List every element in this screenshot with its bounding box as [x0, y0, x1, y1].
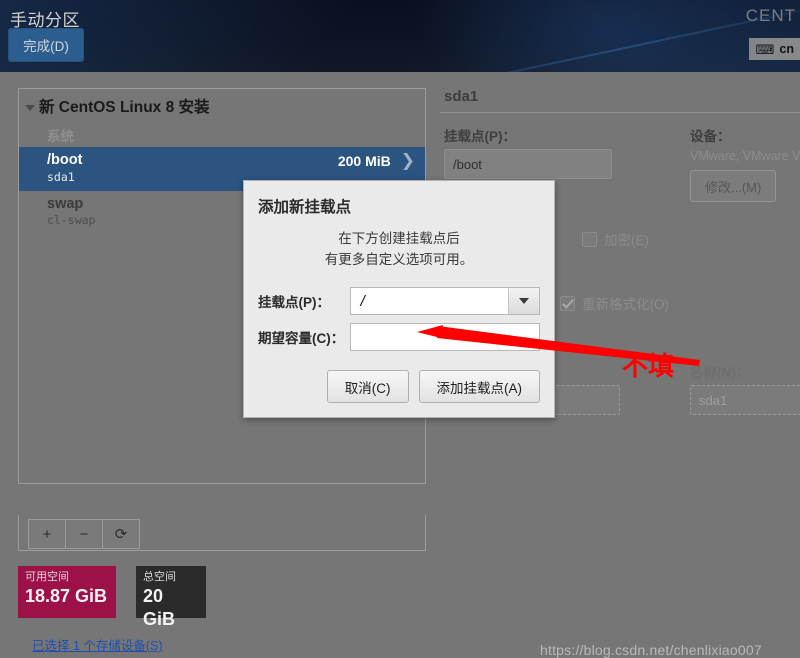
mount-point-group: 挂载点(P)： /boot [444, 125, 612, 179]
add-mount-point-dialog: 添加新挂载点 在下方创建挂载点后 有更多自定义选项可用。 挂载点(P)： / 期… [243, 180, 555, 418]
annotation-text: 不填 [622, 352, 675, 382]
device-label: 设备： [690, 129, 731, 144]
remove-partition-button[interactable]: − [65, 519, 103, 549]
watermark: https://blog.csdn.net/chenlixiao007 [540, 642, 762, 658]
dialog-buttons: 取消(C) 添加挂载点(A) [326, 370, 540, 403]
name-group: 名称(N)： sda1 [690, 361, 800, 415]
device-group: 设备： VMware, VMware V 修改...(M) [690, 125, 800, 202]
partition-tree-root-label: 新 CentOS Linux 8 安装 [39, 99, 210, 116]
anaconda-manual-partitioning-screen: 手动分区 完成(D) CENT ⌨ cn 新 CentOS Linux 8 安装… [0, 0, 800, 658]
total-space-label: 总空间 [143, 571, 176, 583]
encrypt-checkbox[interactable] [582, 231, 597, 247]
name-input[interactable]: sda1 [690, 385, 800, 415]
dialog-message: 在下方创建挂载点后 有更多自定义选项可用。 [244, 229, 554, 271]
add-mount-point-button[interactable]: 添加挂载点(A) [418, 370, 540, 403]
mount-point-label: 挂载点(P)： [444, 129, 516, 144]
refresh-partitions-button[interactable]: ⟳ [102, 519, 140, 549]
available-space-value: 18.87 GiB [25, 586, 108, 607]
partition-tree-root[interactable]: 新 CentOS Linux 8 安装 [19, 89, 425, 123]
reformat-checkbox-row[interactable]: 重新格式化(O) [560, 293, 720, 313]
partition-name: /boot [47, 152, 83, 168]
total-space-box: 总空间 20 GiB [136, 566, 206, 629]
name-field-label: 名称(N)： [690, 365, 750, 380]
triangle-down-icon[interactable] [25, 104, 35, 111]
app-header: 手动分区 完成(D) CENT ⌨ cn [0, 0, 800, 72]
partition-toolbar: + − ⟳ [18, 515, 426, 551]
keyboard-icon: ⌨ [755, 41, 775, 57]
dialog-capacity-row: 期望容量(C)： [258, 323, 540, 351]
dialog-capacity-label: 期望容量(C)： [258, 331, 345, 346]
add-partition-button[interactable]: + [28, 519, 66, 549]
cancel-button[interactable]: 取消(C) [326, 370, 409, 403]
dialog-mount-point-combobox[interactable]: / [350, 287, 540, 315]
total-space-value: 20 GiB [143, 586, 176, 629]
available-space-label: 可用空间 [25, 571, 69, 583]
dialog-message-line2: 有更多自定义选项可用。 [324, 251, 474, 267]
dialog-mount-point-value: / [359, 293, 368, 309]
brand-label: CENT [745, 6, 796, 25]
dialog-capacity-input[interactable] [350, 323, 540, 351]
keyboard-layout-label: cn [779, 42, 794, 56]
divider [440, 112, 800, 113]
keyboard-layout-indicator[interactable]: ⌨ cn [748, 38, 800, 60]
encrypt-group: 加密(E) [582, 229, 742, 249]
device-value: VMware, VMware V [690, 149, 800, 163]
partition-group-label: 系统 [47, 129, 74, 144]
partition-size: 200 MiB [337, 153, 391, 169]
detail-pane-title: sda1 [444, 88, 479, 105]
chevron-right-icon[interactable]: ❯ [401, 152, 415, 169]
reformat-group: 重新格式化(O) [560, 293, 720, 313]
dialog-mount-point-row: 挂载点(P)： / [258, 287, 540, 315]
modify-device-button[interactable]: 修改...(M) [690, 170, 777, 202]
available-space-box: 可用空间 18.87 GiB [18, 566, 116, 618]
reformat-checkbox[interactable] [560, 295, 575, 311]
reformat-label: 重新格式化(O) [582, 297, 669, 312]
dialog-title: 添加新挂载点 [258, 199, 352, 216]
encrypt-checkbox-row[interactable]: 加密(E) [582, 229, 742, 249]
dialog-mount-point-label: 挂载点(P)： [258, 295, 330, 310]
mount-point-input[interactable]: /boot [444, 149, 612, 179]
partition-toolbar-buttons: + − ⟳ [28, 519, 140, 549]
chevron-down-icon[interactable] [508, 288, 539, 314]
dialog-message-line1: 在下方创建挂载点后 [338, 231, 460, 246]
done-button[interactable]: 完成(D) [8, 28, 84, 62]
selected-storage-devices-link[interactable]: 已选择 1 个存储设备(S) [32, 635, 163, 654]
encrypt-label: 加密(E) [604, 233, 649, 248]
